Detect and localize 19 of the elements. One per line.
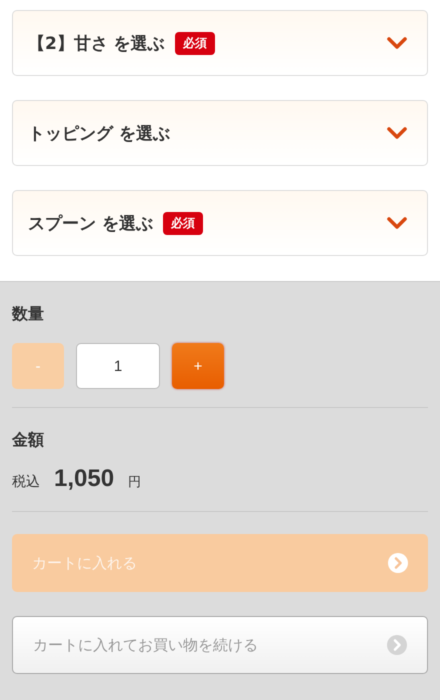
chevron-icon: [387, 127, 407, 139]
price-amount: 1,050: [54, 465, 114, 493]
chevron-circle-icon: [388, 553, 408, 573]
section-title: スプーン を選ぶ: [28, 212, 153, 234]
chevron-icon: [387, 37, 407, 49]
quantity-label: 数量: [12, 304, 45, 325]
chevron-icon: [387, 217, 407, 229]
accordion-header[interactable]: 【2】甘さ を選ぶ 必須: [12, 10, 428, 76]
currency-unit: 円: [128, 474, 142, 491]
section-title: 【2】甘さ を選ぶ: [28, 32, 165, 54]
price-label: 金額: [12, 430, 45, 451]
quantity-field[interactable]: 1: [76, 343, 160, 389]
required-badge: 必須: [174, 32, 215, 54]
accordion-header[interactable]: トッピング を選ぶ: [12, 100, 428, 166]
chevron-circle-icon: [387, 635, 407, 655]
required-badge: 必須: [162, 212, 203, 234]
accordion-header[interactable]: スプーン を選ぶ 必須: [12, 190, 428, 256]
section-title: トッピング を選ぶ: [28, 122, 170, 144]
tax-label: 税込: [12, 473, 40, 491]
